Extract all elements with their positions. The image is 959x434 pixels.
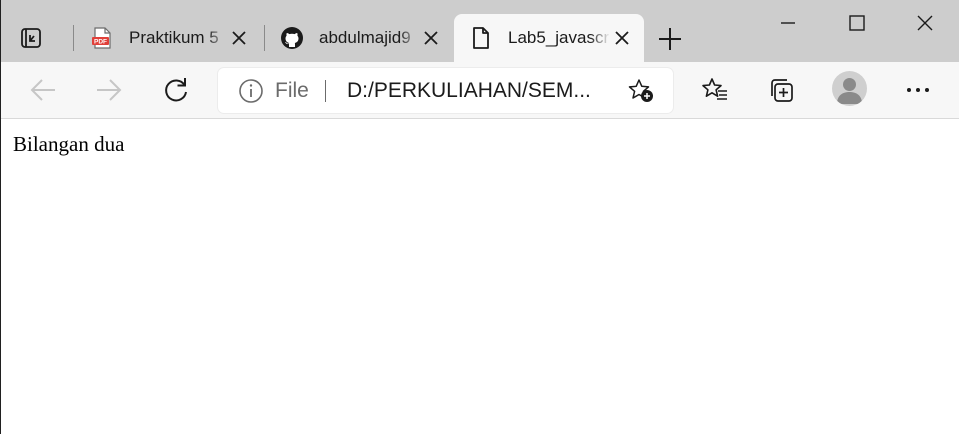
address-bar[interactable]: File D:/PERKULIAHAN/SEM...	[218, 68, 673, 113]
close-icon	[917, 15, 933, 31]
refresh-icon	[165, 78, 187, 102]
favorites-icon	[702, 78, 727, 100]
tab-actions-icon	[21, 28, 41, 48]
toolbar: File D:/PERKULIAHAN/SEM...	[1, 62, 959, 119]
svg-text:PDF: PDF	[94, 39, 107, 46]
profile-avatar-icon[interactable]	[832, 71, 867, 106]
scheme-divider	[325, 80, 326, 102]
arrow-left-icon	[30, 79, 55, 101]
close-icon	[424, 31, 438, 45]
tab-close-button[interactable]	[227, 26, 251, 50]
tab-github[interactable]: abdulmajid9	[265, 14, 453, 62]
new-tab-button[interactable]	[653, 22, 687, 56]
forward-button[interactable]	[90, 71, 128, 109]
collections-button[interactable]	[762, 71, 800, 109]
more-icon	[907, 88, 929, 92]
tab-title: Praktikum 5	[129, 28, 219, 47]
url-text[interactable]: D:/PERKULIAHAN/SEM...	[347, 79, 591, 103]
document-icon	[468, 25, 494, 51]
tab-praktikum[interactable]: PDF Praktikum 5	[75, 14, 261, 62]
tab-actions-button[interactable]	[15, 22, 47, 54]
refresh-button[interactable]	[157, 71, 195, 109]
collections-icon	[771, 79, 793, 102]
close-icon	[232, 31, 246, 45]
arrow-right-icon	[97, 79, 122, 101]
close-icon	[615, 31, 629, 45]
info-icon[interactable]	[238, 78, 264, 104]
tab-close-button[interactable]	[610, 26, 634, 50]
tab-strip: PDF Praktikum 5 abdulmajid9 Lab5_javascr	[1, 0, 959, 62]
tab-title: Lab5_javascript	[508, 28, 610, 47]
maximize-button[interactable]	[822, 0, 892, 46]
minimize-icon	[781, 22, 795, 24]
scheme-label: File	[275, 79, 309, 102]
star-add-icon[interactable]	[626, 77, 656, 105]
plus-icon	[659, 28, 681, 50]
tab-title: abdulmajid9	[319, 28, 411, 47]
tab-close-button[interactable]	[419, 26, 443, 50]
favorites-button[interactable]	[696, 71, 734, 109]
page-body-text: Bilangan dua	[13, 132, 125, 156]
tab-separator	[73, 25, 74, 51]
tab-lab5[interactable]: Lab5_javascript	[454, 14, 644, 62]
browser-window: PDF Praktikum 5 abdulmajid9 Lab5_javascr…	[0, 0, 959, 434]
back-button[interactable]	[24, 71, 62, 109]
pdf-icon: PDF	[89, 25, 115, 51]
more-button[interactable]	[899, 71, 937, 109]
minimize-button[interactable]	[753, 0, 823, 46]
close-window-button[interactable]	[890, 0, 959, 46]
github-icon	[279, 25, 305, 51]
maximize-icon	[849, 15, 865, 31]
